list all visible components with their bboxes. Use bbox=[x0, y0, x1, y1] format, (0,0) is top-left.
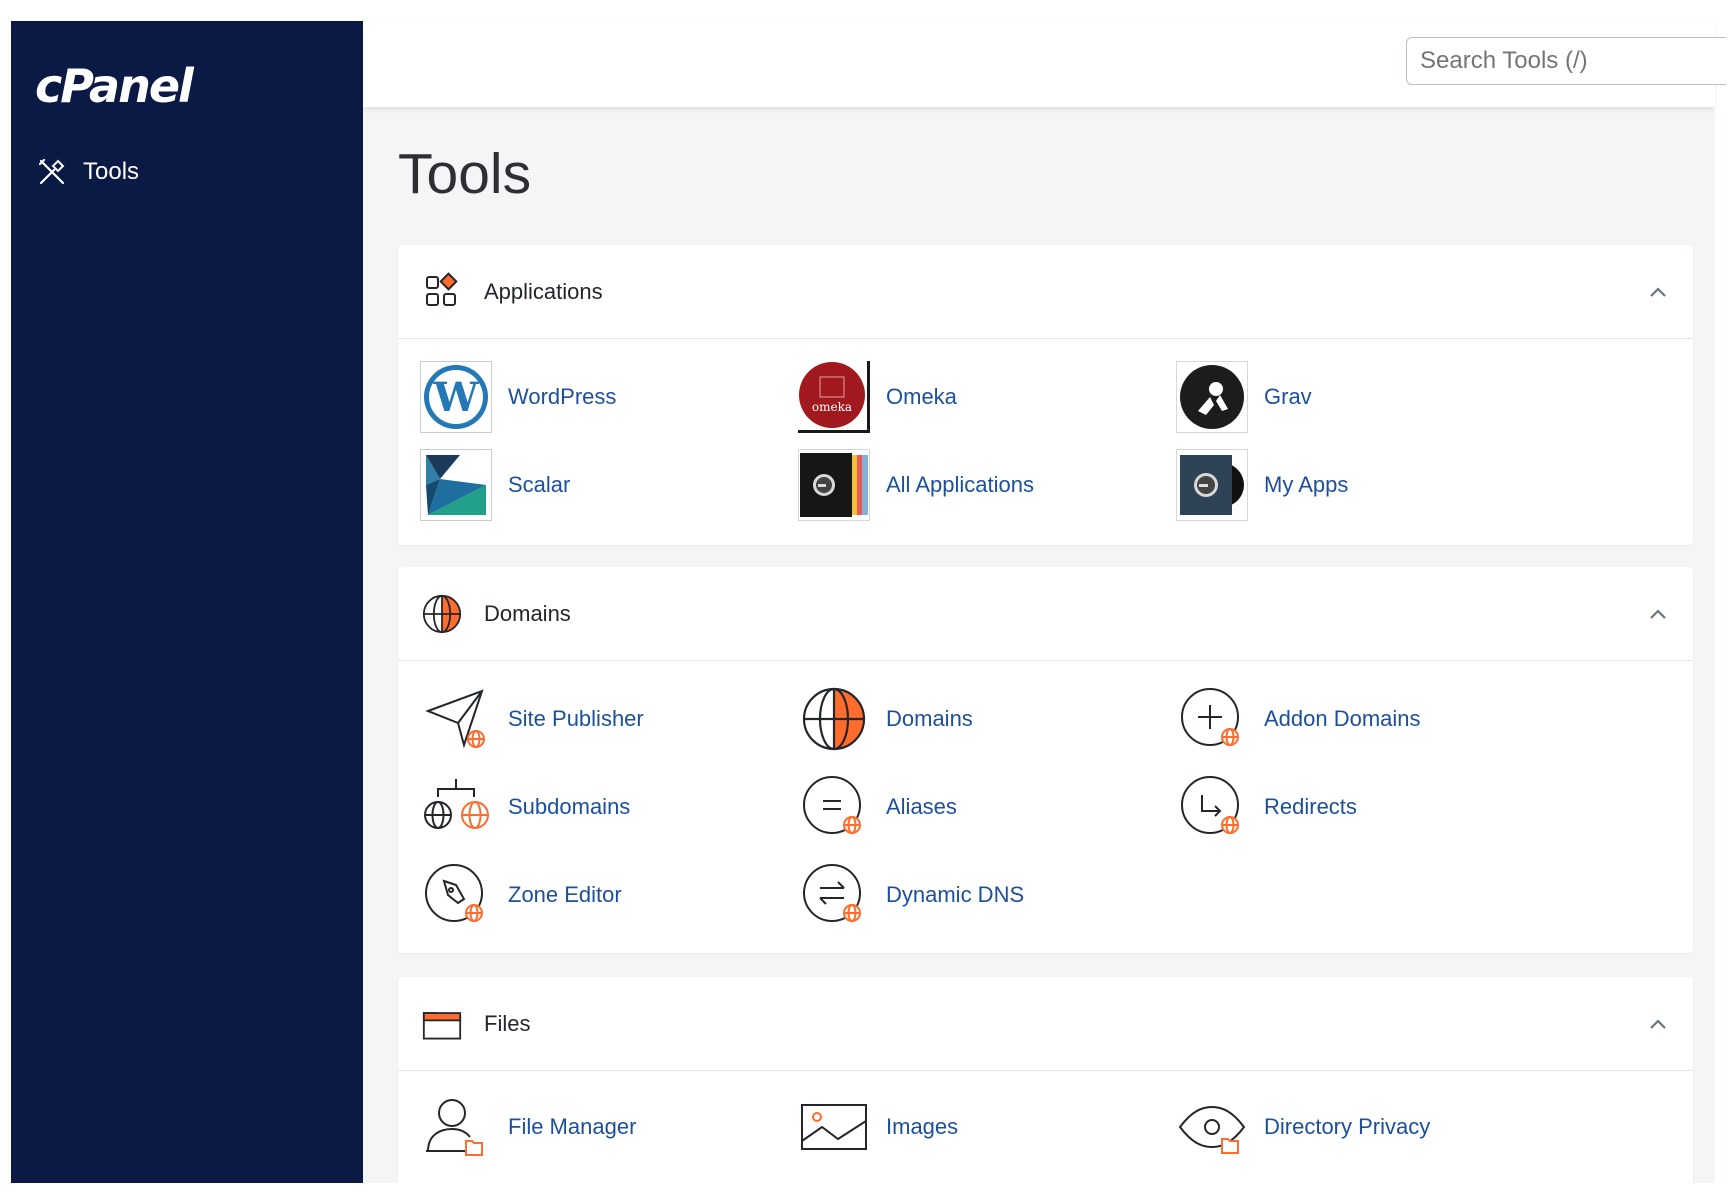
app-item-scalar[interactable]: Scalar bbox=[420, 449, 570, 521]
applications-header[interactable]: Applications bbox=[398, 245, 1693, 339]
page-title: Tools bbox=[398, 142, 532, 206]
app-item-all-applications[interactable]: All Applications bbox=[798, 449, 1034, 521]
app-item-grav[interactable]: Grav bbox=[1176, 361, 1312, 433]
app-item-wordpress[interactable]: W WordPress bbox=[420, 361, 616, 433]
domain-label: Domains bbox=[886, 706, 973, 731]
directory-privacy-icon bbox=[1176, 1091, 1248, 1163]
app-label: Omeka bbox=[886, 384, 957, 409]
file-item-directory-privacy[interactable]: Directory Privacy bbox=[1176, 1091, 1430, 1163]
subdomains-icon bbox=[420, 771, 492, 843]
domain-item-aliases[interactable]: Aliases bbox=[798, 771, 957, 843]
sidebar: cPanel Tools bbox=[11, 21, 363, 1183]
domain-label: Dynamic DNS bbox=[886, 882, 1025, 907]
domains-header[interactable]: Domains bbox=[398, 567, 1693, 661]
domain-item-site-publisher[interactable]: Site Publisher bbox=[420, 683, 644, 755]
folder-icon bbox=[422, 1004, 462, 1044]
all-applications-icon bbox=[798, 449, 870, 521]
section-title: Files bbox=[484, 1010, 531, 1036]
cpanel-logo[interactable]: cPanel bbox=[35, 59, 194, 113]
sidebar-item-tools[interactable]: Tools bbox=[37, 157, 139, 187]
app-item-omeka[interactable]: omeka Omeka bbox=[798, 361, 957, 433]
svg-text:W: W bbox=[433, 374, 480, 421]
domain-label: Addon Domains bbox=[1264, 706, 1421, 731]
domain-label: Subdomains bbox=[508, 794, 631, 819]
app-label: Scalar bbox=[508, 472, 571, 497]
chevron-up-icon[interactable] bbox=[1647, 281, 1669, 303]
svg-text:omeka: omeka bbox=[812, 400, 852, 414]
grav-icon bbox=[1176, 361, 1248, 433]
addon-domains-icon bbox=[1176, 683, 1248, 755]
main-content: Tools Applications W WordPress omeka Ome… bbox=[363, 107, 1715, 1183]
file-label: Images bbox=[886, 1114, 959, 1139]
omeka-icon: omeka bbox=[798, 361, 870, 433]
app-label: My Apps bbox=[1264, 472, 1349, 497]
zone-editor-icon bbox=[420, 859, 492, 931]
search-input[interactable] bbox=[1406, 37, 1726, 85]
chevron-up-icon[interactable] bbox=[1647, 1013, 1669, 1035]
aliases-icon bbox=[798, 771, 870, 843]
tools-icon bbox=[38, 158, 65, 185]
globe-icon bbox=[798, 683, 870, 755]
domain-item-domains[interactable]: Domains bbox=[798, 683, 973, 755]
app-label: All Applications bbox=[886, 472, 1034, 497]
files-section: Files File Manager Images Directory Priv… bbox=[398, 977, 1693, 1183]
file-item-images[interactable]: Images bbox=[798, 1091, 958, 1163]
file-item-file-manager[interactable]: File Manager bbox=[420, 1091, 636, 1163]
top-bar bbox=[363, 21, 1726, 107]
app-label: Grav bbox=[1264, 384, 1312, 409]
section-title: Applications bbox=[484, 278, 603, 304]
section-title: Domains bbox=[484, 600, 571, 626]
images-icon bbox=[798, 1091, 870, 1163]
app-label: WordPress bbox=[508, 384, 617, 409]
domains-section: Domains Site Publisher Domains Addon Dom… bbox=[398, 567, 1693, 953]
domain-item-redirects[interactable]: Redirects bbox=[1176, 771, 1357, 843]
file-label: Directory Privacy bbox=[1264, 1114, 1431, 1139]
domain-item-zone-editor[interactable]: Zone Editor bbox=[420, 859, 622, 931]
wordpress-icon: W bbox=[420, 361, 492, 433]
sidebar-item-label: Tools bbox=[83, 158, 140, 185]
app-item-my-apps[interactable]: My Apps bbox=[1176, 449, 1348, 521]
file-manager-icon bbox=[420, 1091, 492, 1163]
domain-item-dynamic-dns[interactable]: Dynamic DNS bbox=[798, 859, 1024, 931]
domain-label: Zone Editor bbox=[508, 882, 622, 907]
domain-label: Redirects bbox=[1264, 794, 1357, 819]
globe-icon bbox=[422, 594, 462, 634]
applications-section: Applications W WordPress omeka Omeka Gra… bbox=[398, 245, 1693, 545]
redirects-icon bbox=[1176, 771, 1248, 843]
scalar-icon bbox=[420, 449, 492, 521]
file-label: File Manager bbox=[508, 1114, 637, 1139]
domain-label: Site Publisher bbox=[508, 706, 644, 731]
domain-item-subdomains[interactable]: Subdomains bbox=[420, 771, 630, 843]
chevron-up-icon[interactable] bbox=[1647, 603, 1669, 625]
site-publisher-icon bbox=[420, 683, 492, 755]
my-apps-icon bbox=[1176, 449, 1248, 521]
files-header[interactable]: Files bbox=[398, 977, 1693, 1071]
domain-label: Aliases bbox=[886, 794, 957, 819]
applications-icon bbox=[422, 271, 462, 312]
dynamic-dns-icon bbox=[798, 859, 870, 931]
domain-item-addon-domains[interactable]: Addon Domains bbox=[1176, 683, 1421, 755]
